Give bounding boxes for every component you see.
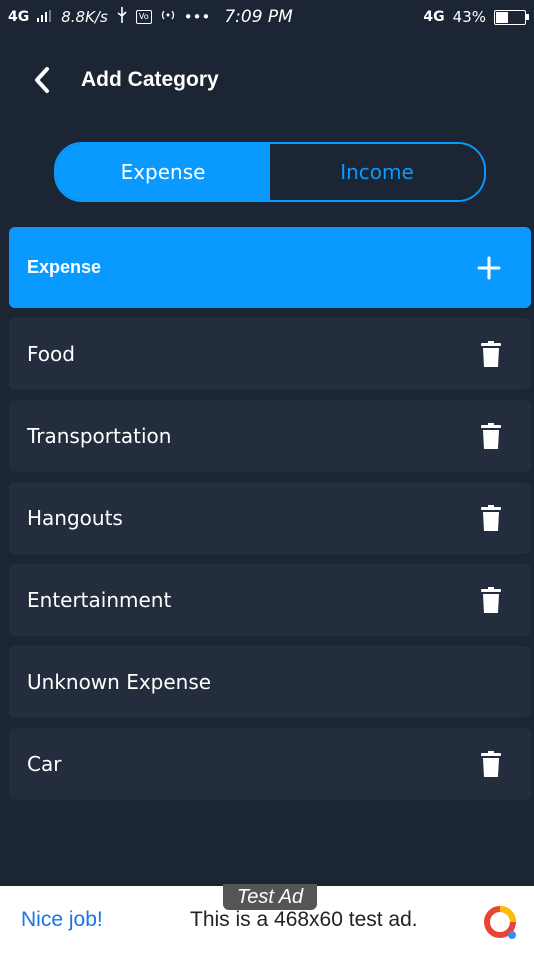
category-label: Transportation bbox=[27, 424, 172, 448]
hotspot-icon bbox=[160, 8, 176, 26]
add-category-button[interactable] bbox=[469, 248, 509, 288]
list-item[interactable]: Transportation bbox=[9, 400, 531, 472]
network-speed: 8.8K/s bbox=[61, 8, 108, 26]
battery-percent: 43% bbox=[452, 8, 486, 26]
clock: 7:09 PM bbox=[224, 7, 293, 27]
delete-button[interactable] bbox=[473, 746, 509, 782]
category-list: Food Transportation Hangouts Entertainme… bbox=[9, 318, 531, 810]
list-item[interactable]: Food bbox=[9, 318, 531, 390]
category-section-header: Expense bbox=[9, 227, 531, 308]
tab-income[interactable]: Income bbox=[270, 144, 484, 200]
list-item[interactable]: Car bbox=[9, 728, 531, 800]
list-item[interactable]: Unknown Expense bbox=[9, 646, 531, 718]
section-title: Expense bbox=[27, 257, 102, 277]
trash-icon bbox=[481, 587, 501, 613]
category-label: Unknown Expense bbox=[27, 670, 212, 694]
list-item[interactable]: Entertainment bbox=[9, 564, 531, 636]
trash-icon bbox=[481, 505, 501, 531]
delete-button[interactable] bbox=[473, 418, 509, 454]
app-notification-icon: Vo bbox=[135, 10, 152, 24]
trash-icon bbox=[481, 751, 501, 777]
category-label: Hangouts bbox=[27, 506, 123, 530]
ad-headline: Nice job! bbox=[21, 908, 103, 931]
list-item[interactable]: Hangouts bbox=[9, 482, 531, 554]
back-button[interactable] bbox=[22, 60, 62, 100]
network-indicator-right: 4G bbox=[423, 9, 445, 25]
app-header: Add Category bbox=[0, 50, 534, 110]
delete-button[interactable] bbox=[473, 336, 509, 372]
delete-button[interactable] bbox=[473, 582, 509, 618]
more-icon: ••• bbox=[183, 8, 211, 26]
tab-expense[interactable]: Expense bbox=[56, 144, 270, 200]
network-indicator: 4G bbox=[8, 9, 30, 25]
plus-icon bbox=[477, 256, 501, 279]
ad-body: This is a 468x60 test ad. bbox=[190, 908, 418, 931]
delete-button[interactable] bbox=[473, 500, 509, 536]
ad-logo-icon bbox=[484, 906, 516, 939]
signal-icon bbox=[37, 8, 53, 26]
ad-tag: Test Ad bbox=[223, 884, 317, 910]
page-title: Add Category bbox=[81, 68, 219, 91]
chevron-left-icon bbox=[35, 67, 49, 93]
battery-icon bbox=[494, 9, 529, 25]
category-label: Food bbox=[27, 342, 75, 366]
status-bar: 4G 8.8K/s Vo ••• 7:09 PM 4G 43% bbox=[0, 0, 534, 34]
status-bar-right: 4G 43% bbox=[423, 8, 534, 26]
trash-icon bbox=[481, 341, 501, 367]
ad-banner[interactable]: Test Ad Nice job! This is a 468x60 test … bbox=[0, 884, 534, 957]
category-label: Entertainment bbox=[27, 588, 172, 612]
type-toggle: Expense Income bbox=[54, 142, 486, 202]
usb-icon bbox=[116, 7, 128, 27]
category-label: Car bbox=[27, 752, 62, 776]
trash-icon bbox=[481, 423, 501, 449]
status-bar-left: 4G 8.8K/s Vo ••• 7:09 PM bbox=[0, 7, 293, 27]
